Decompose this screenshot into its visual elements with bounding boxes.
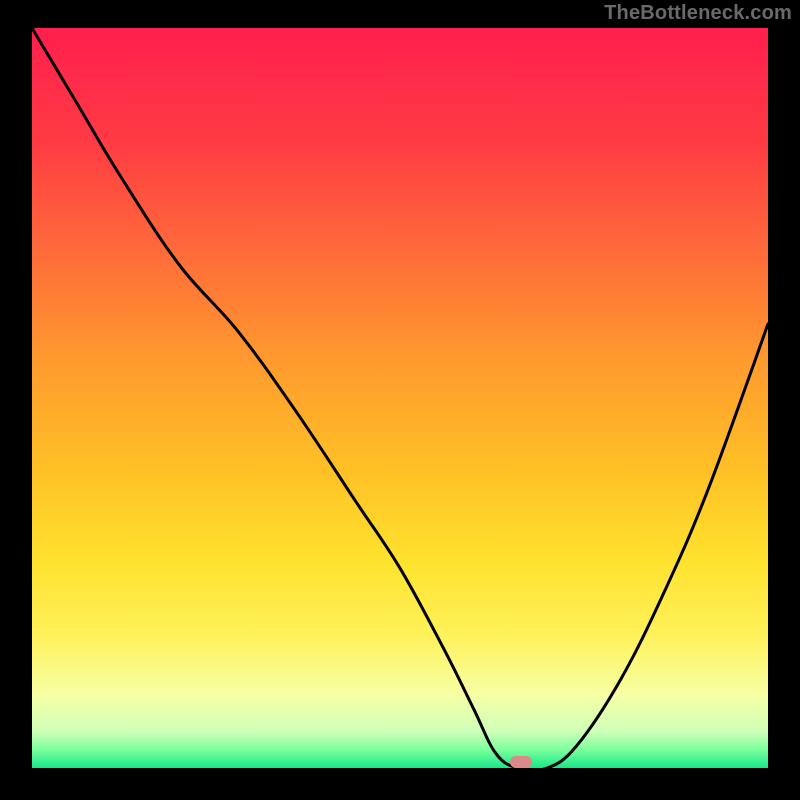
plot-svg — [32, 28, 768, 768]
gradient-background — [32, 28, 768, 768]
optimal-point-marker — [510, 756, 532, 768]
plot-area — [32, 28, 768, 768]
watermark-label: TheBottleneck.com — [604, 2, 792, 25]
chart-container: TheBottleneck.com — [0, 0, 800, 800]
